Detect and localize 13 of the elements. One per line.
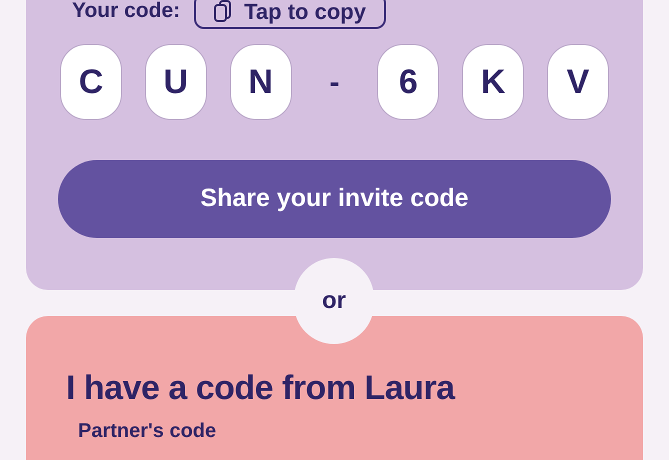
- code-character: U: [144, 44, 207, 120]
- code-character: 6: [377, 44, 440, 120]
- field-label: Partner's code: [78, 419, 218, 444]
- share-button[interactable]: Share your invite code: [58, 160, 611, 238]
- copy-button[interactable]: Tap to copy: [194, 0, 386, 29]
- code-character: V: [546, 44, 609, 120]
- code-label: Your code:: [72, 0, 180, 24]
- code-character: K: [462, 44, 524, 120]
- code-character: C: [60, 44, 122, 120]
- partner-heading: I have a code from Laura: [66, 368, 456, 408]
- copy-icon: [214, 0, 232, 22]
- code-separator: -: [328, 64, 340, 100]
- code-character: N: [230, 44, 292, 120]
